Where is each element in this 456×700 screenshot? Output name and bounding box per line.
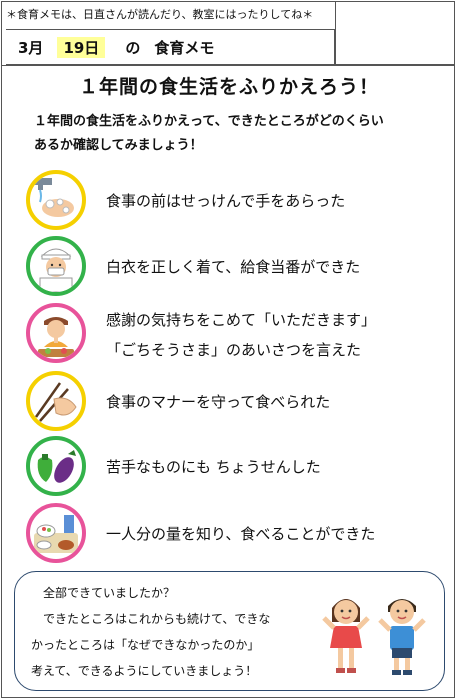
intro-line-1: １年間の食生活をふりかえって、できたところがどのくらい: [34, 114, 384, 129]
lunch-duty-icon: [26, 236, 86, 296]
closing-line-4: 考えて、できるようにしていきましょう！: [31, 664, 258, 678]
header-no: の: [125, 39, 141, 57]
item-text: 食事のマナーを守って食べられた: [106, 393, 331, 411]
item-text: 一人分の量を知り、食べることができた: [106, 525, 376, 543]
school-lunch-icon: [26, 503, 86, 563]
memo-sheet: ＊食育メモは、日直さんが読んだり、教室にはったりしてね＊ 3月 19日 の 食育…: [1, 1, 455, 698]
date-header: 3月 19日 の 食育メモ: [6, 29, 335, 65]
closing-message-box: 全部できていましたか？ できたところはこれからも続けて、できな かったところは「…: [14, 571, 445, 691]
item-text: 苦手なものにも ちょうせんした: [106, 458, 321, 476]
checklist-item-thanks: 感謝の気持ちをこめて「いただきます」 「ごちそうさま」のあいさつを言えた: [26, 303, 446, 365]
header-day: 19日: [57, 37, 106, 58]
stamp-box: [335, 2, 455, 65]
closing-line-1: 全部できていましたか？: [43, 586, 176, 600]
header-month: 3月: [18, 39, 44, 57]
children-illustration: [318, 586, 430, 682]
thanks-meal-icon: [26, 303, 86, 363]
closing-line-3: かったところは「なぜできなかったのか」: [31, 638, 260, 652]
checklist-item-manners: 食事のマナーを守って食べられた: [26, 371, 446, 433]
closing-message: 全部できていましたか？ できたところはこれからも続けて、できな かったところは「…: [31, 580, 311, 684]
intro-line-2: あるか確認してみましょう！: [34, 138, 203, 153]
header-memo-title: 食育メモ: [154, 39, 215, 57]
checklist-item-lunch-duty: 白衣を正しく着て、給食当番ができた: [26, 236, 446, 298]
header-divider: [2, 65, 455, 66]
chopsticks-icon: [26, 371, 86, 431]
checklist-item-portion: 一人分の量を知り、食べることができた: [26, 503, 446, 565]
item-text: 食事の前はせっけんで手をあらった: [106, 192, 346, 210]
checklist-item-challenge: 苦手なものにも ちょうせんした: [26, 436, 446, 498]
page-title: １年間の食生活をふりかえろう！: [78, 76, 379, 98]
handwashing-icon: [26, 170, 86, 230]
vegetables-icon: [26, 436, 86, 496]
checklist-item-handwashing: 食事の前はせっけんで手をあらった: [26, 170, 446, 232]
item-text-line-2: 「ごちそうさま」のあいさつを言えた: [106, 341, 362, 359]
intro-text: １年間の食生活をふりかえって、できたところがどのくらい あるか確認してみましょう…: [34, 110, 434, 158]
item-text-line-1: 感謝の気持ちをこめて「いただきます」: [106, 311, 377, 329]
notice-text: ＊食育メモは、日直さんが読んだり、教室にはったりしてね＊: [6, 8, 314, 21]
closing-line-2: できたところはこれからも続けて、できな: [43, 612, 271, 626]
item-text: 白衣を正しく着て、給食当番ができた: [106, 258, 361, 276]
